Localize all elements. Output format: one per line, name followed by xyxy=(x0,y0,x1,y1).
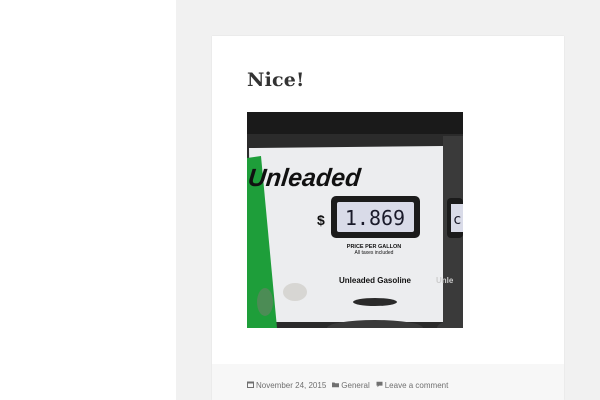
pump-currency-symbol: $ xyxy=(317,212,325,228)
post-meta: November 24, 2015 General Leave a commen… xyxy=(247,381,454,390)
pump-grade-label: Unleaded Gasoline xyxy=(339,276,412,285)
post-date-link[interactable]: November 24, 2015 xyxy=(247,381,326,390)
post-date: November 24, 2015 xyxy=(256,381,327,390)
folder-icon xyxy=(332,381,340,390)
pump-smudge xyxy=(257,288,273,316)
pump-brand-label: Unleaded xyxy=(247,164,363,192)
comment-icon xyxy=(376,381,383,390)
pump-price-display: 1.869 xyxy=(345,206,405,230)
pump-price-caption-line2: All taxes included xyxy=(355,250,394,256)
sidebar xyxy=(0,0,176,400)
pump-smudge xyxy=(283,283,307,301)
post-category-link[interactable]: General xyxy=(332,381,370,390)
post-category: General xyxy=(341,381,370,390)
post-card: Nice! Unleaded $ 1.869 c PRICE PER GALLO… xyxy=(212,36,564,400)
post-photo-gas-pump[interactable]: Unleaded $ 1.869 c PRICE PER GALLON All … xyxy=(247,112,463,328)
second-pump-grade-label: Unle xyxy=(436,276,454,285)
pump-top-shadow xyxy=(247,112,463,134)
post-footer: November 24, 2015 General Leave a commen… xyxy=(212,364,564,400)
post-comments-link[interactable]: Leave a comment xyxy=(376,381,449,390)
calendar-icon xyxy=(247,381,254,390)
post-comments: Leave a comment xyxy=(384,381,449,390)
second-pump-digit: c xyxy=(453,212,461,228)
pump-button-slot xyxy=(353,298,397,306)
gas-pump-photo: Unleaded $ 1.869 c PRICE PER GALLON All … xyxy=(247,112,463,328)
post-title[interactable]: Nice! xyxy=(247,69,305,91)
